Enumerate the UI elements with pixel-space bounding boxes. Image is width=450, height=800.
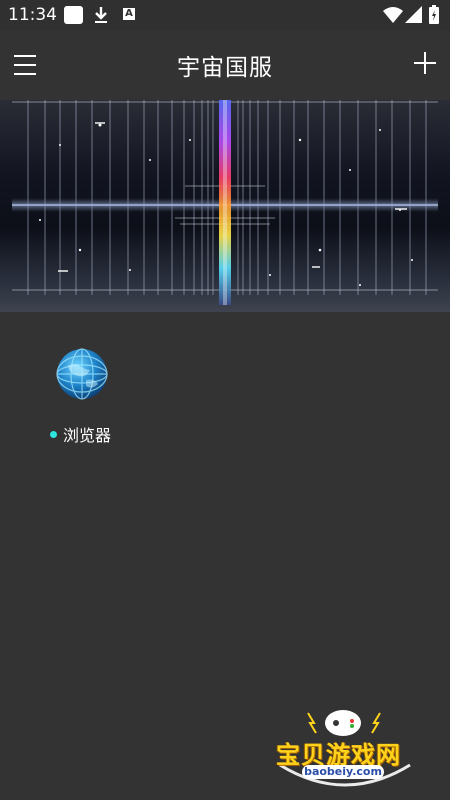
add-icon[interactable] [414, 52, 436, 74]
watermark-url: baobeiy.com [302, 765, 384, 779]
running-status-dot [50, 430, 57, 438]
banner-image [0, 100, 450, 312]
page-title: 宇宙国服 [177, 55, 273, 81]
app-label: 浏览器 [63, 426, 112, 445]
battery-icon [429, 5, 439, 28]
a-icon: A [123, 8, 135, 20]
signal-icon [405, 6, 422, 27]
app-tile-browser[interactable]: 浏览器 [40, 340, 130, 450]
app-label-row: 浏览器 [50, 422, 111, 446]
status-time: 11:34 [8, 5, 57, 25]
status-bar: 11:34 A [0, 0, 450, 30]
app-bar: 宇宙国服 [0, 30, 450, 100]
globe-icon [56, 348, 108, 400]
download-icon [94, 6, 108, 28]
wifi-icon [383, 6, 403, 27]
watermark-logo: 宝贝游戏网 baobeiy.com [270, 705, 420, 795]
notification-square-icon [64, 6, 83, 24]
